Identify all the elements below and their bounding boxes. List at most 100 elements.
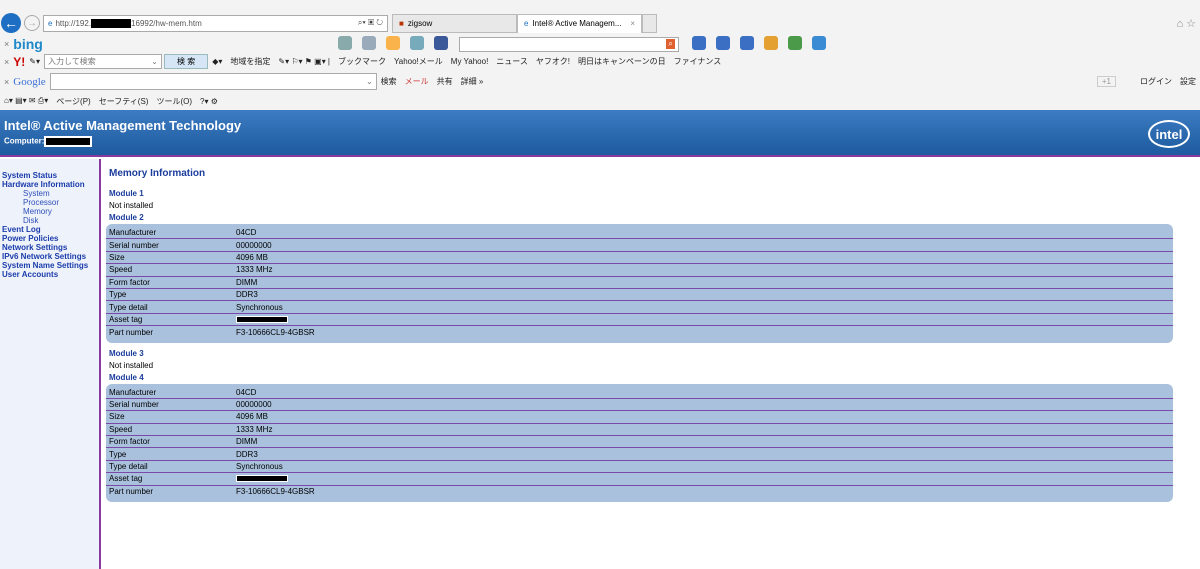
google-search-input[interactable]: ⌄ xyxy=(49,73,377,90)
table-row: Part number F3-10666CL9-4GBSR xyxy=(106,486,1173,498)
google-logo: Google xyxy=(13,75,46,88)
weather-icon[interactable] xyxy=(385,36,400,50)
module-heading: Module 4 xyxy=(109,372,144,382)
facebook-icon[interactable] xyxy=(433,36,448,50)
google-search-button[interactable]: 検索 xyxy=(377,76,401,87)
table-row: Part number F3-10666CL9-4GBSR xyxy=(106,326,1173,338)
safety-menu[interactable]: セーフティ(S) xyxy=(95,96,153,107)
table-row: Serial number 00000000 xyxy=(106,239,1173,252)
sidebar-item-ipv6-network-settings[interactable]: IPv6 Network Settings xyxy=(0,252,99,261)
sidebar-item-processor[interactable]: Processor xyxy=(0,198,99,207)
toolbar-icons[interactable]: ✎▾ ⚐▾ ⚑ ▣▾ | xyxy=(274,57,334,66)
sidebar-item-disk[interactable]: Disk xyxy=(0,216,99,225)
yahoo-mail-button[interactable]: Yahoo!メール xyxy=(390,56,447,67)
field-label: Speed xyxy=(109,265,133,275)
close-tab-icon[interactable]: × xyxy=(630,19,635,28)
login-button[interactable]: ログイン xyxy=(1136,76,1176,87)
tools-menu[interactable]: ツール(O) xyxy=(152,96,196,107)
browser-chrome: ← → e http://192. 16992/hw-mem.htm ⌕▾ ▣ … xyxy=(0,0,1200,110)
region-button[interactable]: 地域を指定 xyxy=(226,56,274,67)
page-header-title: Intel® Active Management Technology xyxy=(4,118,242,133)
sidebar-item-memory[interactable]: Memory xyxy=(0,207,99,216)
help-icon[interactable]: ?▾ ⚙ xyxy=(196,97,222,106)
forward-button[interactable]: → xyxy=(24,15,40,31)
chat-icon[interactable] xyxy=(715,36,730,50)
settings-button[interactable]: 設定 xyxy=(1176,76,1200,87)
sidebar-item-event-log[interactable]: Event Log xyxy=(0,225,99,234)
search-refresh-icons[interactable]: ⌕▾ ▣ ↻ xyxy=(358,18,383,28)
table-row: Manufacturer 04CD xyxy=(106,387,1173,399)
yahoo-logo: Y! xyxy=(13,54,26,69)
yahoo-search-input[interactable]: 入力して検索 ⌄ xyxy=(43,54,162,69)
field-value: F3-10666CL9-4GBSR xyxy=(236,487,315,497)
sidebar-item-network-settings[interactable]: Network Settings xyxy=(0,243,99,252)
home-icon[interactable]: ⌂▾ ▤▾ ✉ ⎙▾ xyxy=(0,96,52,106)
field-label: Part number xyxy=(109,487,154,497)
games-icon[interactable] xyxy=(811,36,826,50)
bookmark-button[interactable]: ブックマーク xyxy=(334,56,390,67)
field-label: Type xyxy=(109,290,127,300)
news-icon[interactable] xyxy=(337,36,352,50)
table-row: Type detail Synchronous xyxy=(106,461,1173,474)
field-value: Synchronous xyxy=(236,302,283,312)
pencil-icon[interactable]: ✎▾ xyxy=(25,57,44,66)
messenger-icon[interactable] xyxy=(787,36,802,50)
close-toolbar-icon[interactable]: × xyxy=(4,57,9,67)
redacted-asset-tag xyxy=(236,475,288,483)
page-menu[interactable]: ページ(P) xyxy=(52,96,95,107)
auction-button[interactable]: ヤフオク! xyxy=(532,56,574,67)
like-icon[interactable] xyxy=(691,36,706,50)
field-value: DIMM xyxy=(236,437,258,447)
sidebar-item-system[interactable]: System xyxy=(0,189,99,198)
table-row: Asset tag xyxy=(106,314,1173,327)
new-tab-button[interactable] xyxy=(642,13,657,33)
field-value: DDR3 xyxy=(236,449,258,459)
table-row: Form factor DIMM xyxy=(106,277,1173,289)
sports-icon[interactable] xyxy=(763,36,778,50)
table-row: Type DDR3 xyxy=(106,448,1173,461)
sidebar-item-power-policies[interactable]: Power Policies xyxy=(0,234,99,243)
plus-one-button[interactable]: +1 xyxy=(1096,76,1116,87)
module-status: Not installed xyxy=(109,201,154,210)
field-label: Form factor xyxy=(109,277,150,287)
field-value: 04CD xyxy=(236,228,257,238)
home-star-icons[interactable]: ⌂ ☆ xyxy=(1176,17,1196,30)
close-toolbar-icon[interactable]: × xyxy=(4,39,9,49)
news-button[interactable]: ニュース xyxy=(492,56,532,67)
page-title: Memory Information xyxy=(109,168,206,179)
car-icon[interactable] xyxy=(361,36,376,50)
campaign-button[interactable]: 明日はキャンペーンの日 xyxy=(574,56,670,67)
close-toolbar-icon[interactable]: × xyxy=(4,77,9,87)
shield-icon[interactable]: ◆▾ xyxy=(208,57,226,66)
table-row: Size 4096 MB xyxy=(106,411,1173,424)
field-value: DIMM xyxy=(236,277,258,287)
tab-zigsow[interactable]: ■ zigsow xyxy=(392,13,517,33)
field-label: Type detail xyxy=(109,462,148,472)
bing-app-icons[interactable] xyxy=(333,36,453,52)
field-label: Type detail xyxy=(109,302,148,312)
share-button[interactable]: 共有 xyxy=(433,76,457,87)
module-heading: Module 2 xyxy=(109,213,144,222)
field-value: DDR3 xyxy=(236,290,258,300)
memory-content: Memory Information Module 1 Not installed… xyxy=(106,168,1179,507)
finance-button[interactable]: ファイナンス xyxy=(670,56,726,67)
mail-icon[interactable] xyxy=(409,36,424,50)
tab-intel-amt[interactable]: e Intel® Active Managem... × xyxy=(517,13,642,33)
sidebar-item-system-name-settings[interactable]: System Name Settings xyxy=(0,261,99,270)
sidebar-item-user-accounts[interactable]: User Accounts xyxy=(0,270,99,279)
search-icon[interactable]: ⌕ xyxy=(666,39,675,49)
yahoo-search-button[interactable]: 検 索 xyxy=(163,54,209,69)
bing-social-icons[interactable] xyxy=(687,36,831,52)
bing-search-input[interactable]: ⌕ xyxy=(458,36,679,52)
intel-logo: intel xyxy=(1148,120,1190,148)
back-button[interactable]: ← xyxy=(1,13,21,33)
address-bar[interactable]: e http://192. 16992/hw-mem.htm ⌕▾ ▣ ↻ xyxy=(43,14,388,32)
module-heading: Module 3 xyxy=(109,348,144,358)
sidebar-item-hardware-information[interactable]: Hardware Information xyxy=(0,180,99,189)
gmail-button[interactable]: メール xyxy=(401,76,433,87)
my-yahoo-button[interactable]: My Yahoo! xyxy=(447,57,493,66)
sidebar-item-system-status[interactable]: System Status xyxy=(0,171,99,180)
details-button[interactable]: 詳細 » xyxy=(457,76,488,87)
field-label: Size xyxy=(109,252,125,262)
video-icon[interactable] xyxy=(739,36,754,50)
